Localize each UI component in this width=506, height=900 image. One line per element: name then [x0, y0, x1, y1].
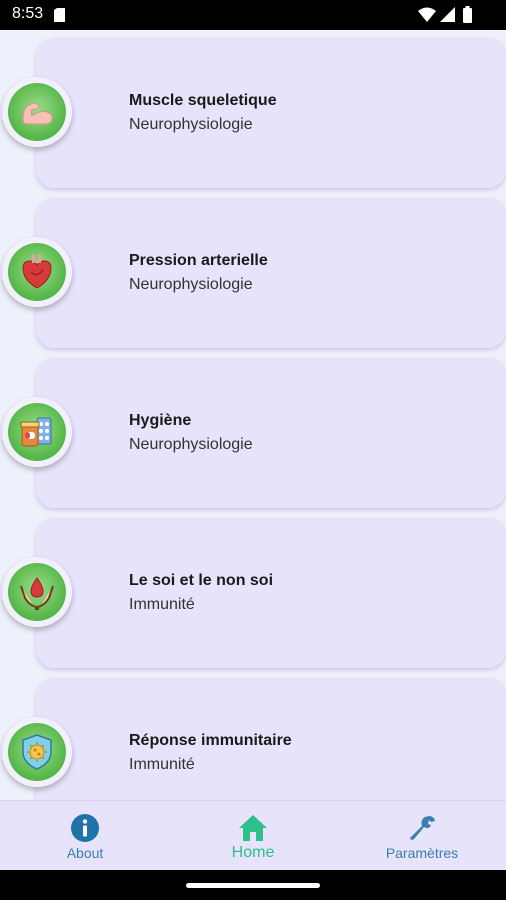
- topic-card-pression-arterielle[interactable]: Pression arterielle Neurophysiologie: [36, 198, 506, 348]
- nav-home-label: Home: [231, 844, 275, 861]
- topic-category: Immunité: [129, 756, 195, 773]
- battery-icon: [463, 6, 472, 23]
- topic-badge[interactable]: [2, 397, 72, 467]
- home-icon: [239, 815, 267, 841]
- shield-virus-icon: [22, 734, 52, 770]
- heart-organ-icon: [22, 254, 52, 289]
- status-bar: 8:53: [0, 0, 506, 30]
- bottom-navigation: About Home Paramètres: [0, 800, 506, 871]
- topic-badge[interactable]: [2, 77, 72, 147]
- topic-title: Réponse immunitaire: [129, 732, 292, 749]
- topic-category: Neurophysiologie: [129, 436, 253, 453]
- cell-signal-icon: [440, 7, 455, 22]
- topic-badge[interactable]: [2, 237, 72, 307]
- home-gesture-handle[interactable]: [186, 883, 320, 888]
- flexed-arm-icon: [22, 102, 53, 125]
- topic-title: Le soi et le non soi: [129, 572, 274, 589]
- nav-about[interactable]: About: [25, 801, 145, 871]
- topic-title: Pression arterielle: [129, 252, 268, 269]
- nav-home[interactable]: Home: [193, 801, 313, 871]
- medicine-bottle-pills-icon: [20, 417, 52, 447]
- topic-card-muscle-squeletique[interactable]: Muscle squeletique Neurophysiologie: [36, 38, 506, 188]
- topic-card-reponse-immunitaire[interactable]: Réponse immunitaire Immunité: [36, 678, 506, 800]
- topic-badge[interactable]: [2, 717, 72, 787]
- topic-title: Hygiène: [129, 412, 192, 429]
- topic-list[interactable]: Muscle squeletique Neurophysiologie Pres…: [0, 30, 506, 800]
- hands-blood-drop-icon: [20, 577, 54, 610]
- topic-title: Muscle squeletique: [129, 92, 277, 109]
- system-navigation-bar: [0, 870, 506, 900]
- nav-settings[interactable]: Paramètres: [362, 801, 482, 871]
- topic-category: Neurophysiologie: [129, 276, 253, 293]
- topic-category: Immunité: [129, 596, 195, 613]
- info-icon: [71, 814, 99, 842]
- sim-card-icon: [54, 8, 65, 22]
- nav-settings-label: Paramètres: [385, 845, 459, 861]
- topic-category: Neurophysiologie: [129, 116, 253, 133]
- wrench-icon: [410, 816, 435, 840]
- topic-card-le-soi-et-le-non-soi[interactable]: Le soi et le non soi Immunité: [36, 518, 506, 668]
- nav-about-label: About: [66, 845, 104, 861]
- wifi-icon: [418, 7, 436, 22]
- status-time: 8:53: [12, 5, 44, 22]
- topic-card-hygiene[interactable]: Hygiène Neurophysiologie: [36, 358, 506, 508]
- topic-badge[interactable]: [2, 557, 72, 627]
